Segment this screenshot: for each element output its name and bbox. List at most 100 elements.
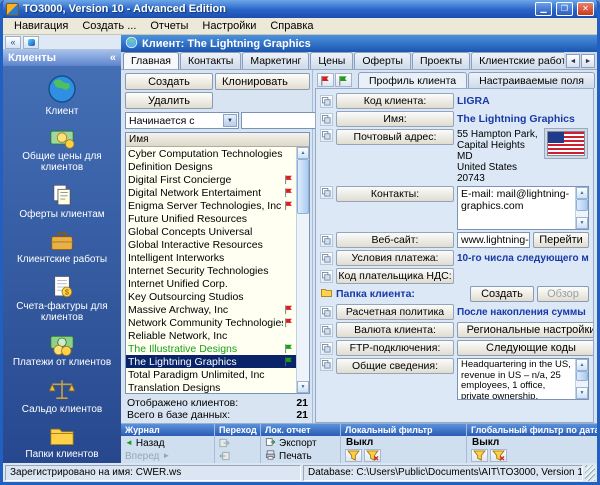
client-row[interactable]: Definition Designs (126, 160, 296, 173)
forward-button[interactable]: Вперед► (123, 450, 212, 462)
go-to-website-button[interactable]: Перейти (533, 232, 589, 248)
title-bar[interactable]: TO3000, Version 10 - Advanced Edition ▁ … (3, 0, 597, 18)
scroll-thumb[interactable] (297, 159, 309, 214)
scroll-up-icon[interactable]: ▲ (297, 147, 309, 159)
clone-client-button[interactable]: Клонировать (215, 73, 310, 90)
copy-icon[interactable] (320, 95, 333, 108)
tab[interactable]: Оферты (354, 52, 411, 69)
ftp-button[interactable]: FTP-подключения: (336, 340, 454, 356)
tab[interactable]: Контакты (180, 52, 241, 69)
client-row[interactable]: The Lightning Graphics (126, 355, 296, 368)
tab-scroll-right-icon[interactable]: ► (581, 54, 595, 68)
client-row[interactable]: Global Concepts Universal (126, 225, 296, 238)
regional-settings-button[interactable]: Региональные настройки (457, 322, 594, 338)
copy-icon[interactable] (320, 324, 333, 337)
list-column-header[interactable]: Имя (126, 133, 309, 147)
global-filter-on-icon[interactable] (471, 449, 488, 462)
sidebar-item-quotes[interactable]: Оферты клиентам (3, 178, 121, 225)
client-row[interactable]: Network Community Technologies (126, 316, 296, 329)
client-row[interactable]: Intelligent Interworks (126, 251, 296, 264)
tab[interactable]: Маркетинг (242, 52, 309, 69)
local-filter-off-icon[interactable] (364, 449, 381, 462)
client-row[interactable]: Total Paradigm Unlimited, Inc (126, 368, 296, 381)
tab[interactable]: Клиентские работы (471, 52, 564, 69)
client-row[interactable]: Digital First Concierge (126, 173, 296, 186)
menu-item[interactable]: Навигация (7, 19, 75, 33)
contacts-scrollbar[interactable]: ▲ ▼ (575, 187, 588, 229)
copy-icon[interactable] (320, 306, 333, 319)
client-row[interactable]: Digital Network Entertaiment (126, 186, 296, 199)
client-row[interactable]: Key Outsourcing Studios (126, 290, 296, 303)
create-folder-button[interactable]: Создать (470, 286, 534, 302)
currency-button[interactable]: Валюта клиента: (336, 322, 454, 338)
copy-icon[interactable] (320, 342, 333, 355)
general-info-button[interactable]: Общие сведения: (336, 358, 454, 374)
maximize-button[interactable]: ❐ (556, 2, 573, 16)
website-button[interactable]: Веб-сайт: (336, 232, 454, 248)
client-row[interactable]: Future Unified Resources (126, 212, 296, 225)
address-button[interactable]: Почтовый адрес: (336, 129, 454, 145)
contacts-button[interactable]: Контакты: (336, 186, 454, 202)
sidebar-item-invoices[interactable]: $ Счета-фактуры для клиентов (3, 270, 121, 328)
scroll-down-icon[interactable]: ▼ (297, 381, 309, 393)
sidebar-item-folders[interactable]: Папки клиентов (3, 420, 121, 463)
payment-terms-button[interactable]: Условия платежа: (336, 250, 454, 266)
client-row[interactable]: Reliable Network, Inc (126, 329, 296, 342)
client-name-button[interactable]: Имя: (336, 111, 454, 127)
delete-client-button[interactable]: Удалить (125, 92, 213, 109)
sidebar-item-jobs[interactable]: Клиентские работы (3, 225, 121, 270)
scroll-up-icon[interactable]: ▲ (576, 359, 588, 371)
copy-icon[interactable] (320, 358, 333, 371)
dropdown-arrow-icon[interactable]: ▼ (223, 114, 237, 127)
client-row[interactable]: Internet Security Technologies (126, 264, 296, 277)
client-code-button[interactable]: Код клиента: (336, 93, 454, 109)
vat-button[interactable]: Код плательщика НДС: (336, 268, 454, 284)
scroll-down-icon[interactable]: ▼ (576, 387, 588, 399)
global-filter-off-icon[interactable] (490, 449, 507, 462)
menu-item[interactable]: Создать ... (75, 19, 143, 33)
scroll-down-icon[interactable]: ▼ (576, 217, 588, 229)
copy-icon[interactable] (320, 113, 333, 126)
tab-custom-fields[interactable]: Настраиваемые поля (468, 72, 595, 88)
resize-grip[interactable] (585, 465, 595, 481)
tab[interactable]: Проекты (412, 52, 470, 69)
collapse-panel-icon[interactable]: « (5, 36, 21, 49)
goto-related-button-2[interactable] (217, 450, 258, 462)
client-row[interactable]: The Illustrative Designs (126, 342, 296, 355)
goto-related-button-1[interactable] (217, 437, 258, 449)
copy-icon[interactable] (320, 252, 333, 265)
browse-folder-button[interactable]: Обзор (537, 286, 589, 302)
website-field[interactable]: www.lightning-g (457, 232, 530, 248)
red-flag-button[interactable] (317, 73, 334, 87)
client-row[interactable]: Internet Unified Corp. (126, 277, 296, 290)
close-button[interactable]: ✕ (577, 2, 594, 16)
info-scrollbar[interactable]: ▲ ▼ (575, 359, 588, 399)
client-row[interactable]: Enigma Server Technologies, Inc (126, 199, 296, 212)
minimize-button[interactable]: ▁ (535, 2, 552, 16)
copy-icon[interactable] (320, 186, 333, 199)
back-button[interactable]: ◄Назад (123, 437, 212, 449)
export-button[interactable]: Экспорт (263, 437, 338, 449)
local-filter-on-icon[interactable] (345, 449, 362, 462)
sidebar-item-prices[interactable]: Общие цены для клиентов (3, 122, 121, 178)
menu-item[interactable]: Настройки (195, 19, 263, 33)
create-client-button[interactable]: Создать (125, 73, 213, 90)
client-row[interactable]: Global Interactive Resources (126, 238, 296, 251)
collapse-sidebar-icon[interactable]: « (110, 52, 116, 64)
copy-icon[interactable] (320, 129, 333, 142)
menu-item[interactable]: Справка (263, 19, 320, 33)
copy-icon[interactable] (320, 234, 333, 247)
ftp-codes-button[interactable]: Следующие коды (457, 340, 594, 356)
client-row[interactable]: Cyber Computation Technologies, Inc (126, 147, 296, 160)
nav-menu-icon[interactable] (23, 36, 39, 49)
scroll-thumb[interactable] (576, 199, 588, 211)
print-button[interactable]: Печать (263, 450, 338, 462)
tab[interactable]: Цены (310, 52, 353, 69)
tab-client-profile[interactable]: Профиль клиента (358, 72, 467, 88)
client-list-scrollbar[interactable]: ▲ ▼ (296, 147, 309, 393)
scroll-up-icon[interactable]: ▲ (576, 187, 588, 199)
client-row[interactable]: Translation Designs (126, 381, 296, 393)
client-row[interactable]: Massive Archway, Inc (126, 303, 296, 316)
sidebar-item-balance[interactable]: Сальдо клиентов (3, 373, 121, 420)
copy-icon[interactable] (320, 270, 333, 283)
